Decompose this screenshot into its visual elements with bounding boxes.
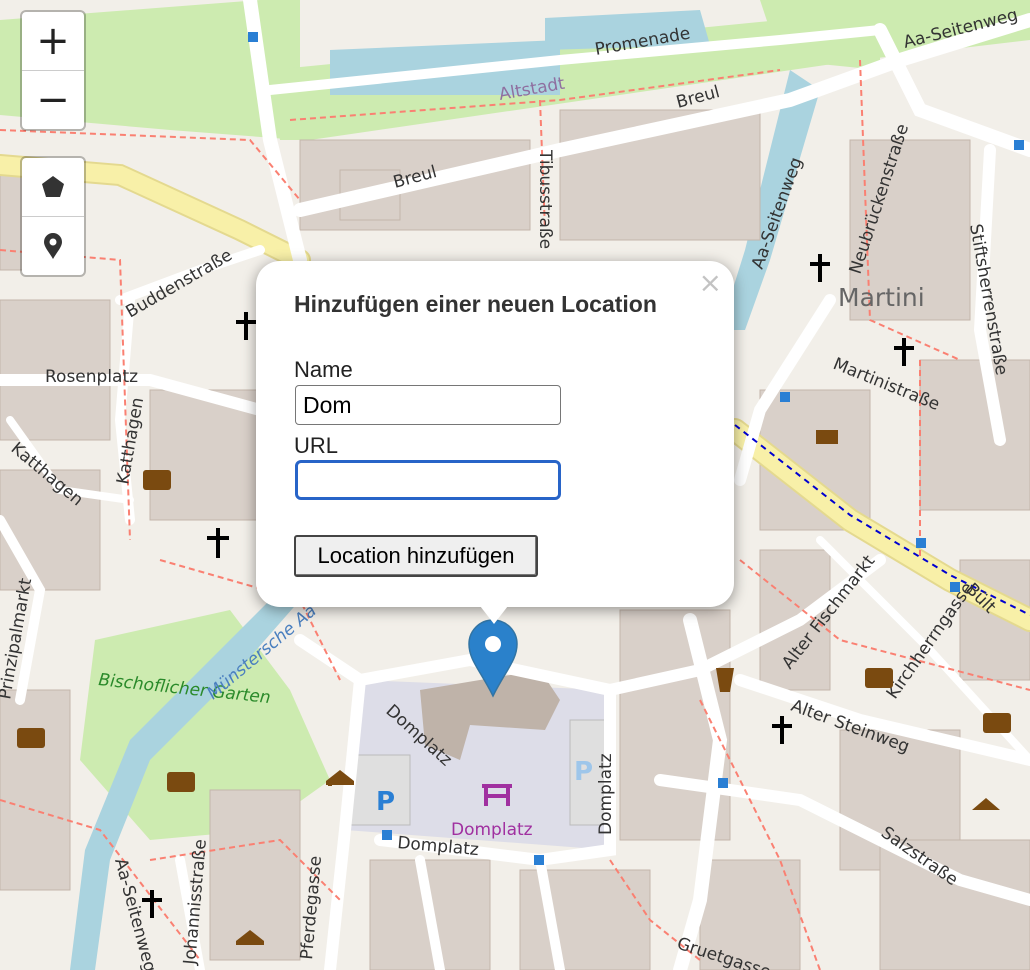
popup-close-button[interactable]: × bbox=[699, 269, 722, 297]
theatre-icon bbox=[816, 430, 838, 444]
bus-stop-icon bbox=[534, 855, 544, 865]
url-label: URL bbox=[294, 433, 339, 458]
bus-stop-icon bbox=[780, 392, 790, 402]
zoom-in-button[interactable]: + bbox=[22, 12, 84, 70]
street-label: Tibusstraße bbox=[535, 149, 555, 249]
draw-polygon-button[interactable] bbox=[22, 158, 84, 216]
zoom-control: + − bbox=[20, 10, 86, 131]
name-label: Name bbox=[294, 357, 353, 382]
district-label: Martini bbox=[838, 283, 925, 312]
name-input[interactable] bbox=[295, 385, 561, 425]
add-location-popup: × Hinzufügen einer neuen Location Name U… bbox=[256, 261, 734, 607]
parking-icon: P bbox=[574, 757, 593, 787]
popup-title: Hinzufügen einer neuen Location bbox=[294, 291, 657, 317]
library-icon bbox=[865, 668, 893, 688]
bus-stop-icon bbox=[916, 538, 926, 548]
map-pin-icon bbox=[44, 233, 62, 259]
zoom-out-button[interactable]: − bbox=[22, 70, 84, 129]
library-icon bbox=[983, 713, 1011, 733]
library-icon bbox=[143, 470, 171, 490]
street-label: Rosenplatz bbox=[45, 367, 138, 387]
bus-stop-icon bbox=[950, 582, 960, 592]
square-label: Domplatz bbox=[451, 820, 533, 840]
bus-stop-icon bbox=[382, 830, 392, 840]
popup-tip bbox=[477, 602, 511, 624]
parking-icon: P bbox=[376, 787, 395, 817]
bus-stop-icon bbox=[1014, 140, 1024, 150]
pentagon-icon bbox=[42, 176, 64, 197]
library-icon bbox=[167, 772, 195, 792]
street-label: Domplatz bbox=[596, 753, 616, 835]
library-icon bbox=[17, 728, 45, 748]
bus-stop-icon bbox=[248, 32, 258, 42]
draw-marker-button[interactable] bbox=[22, 216, 84, 275]
add-location-button[interactable]: Location hinzufügen bbox=[294, 535, 538, 577]
url-input[interactable] bbox=[295, 460, 561, 500]
bus-stop-icon bbox=[718, 778, 728, 788]
draw-toolbar bbox=[20, 156, 86, 277]
